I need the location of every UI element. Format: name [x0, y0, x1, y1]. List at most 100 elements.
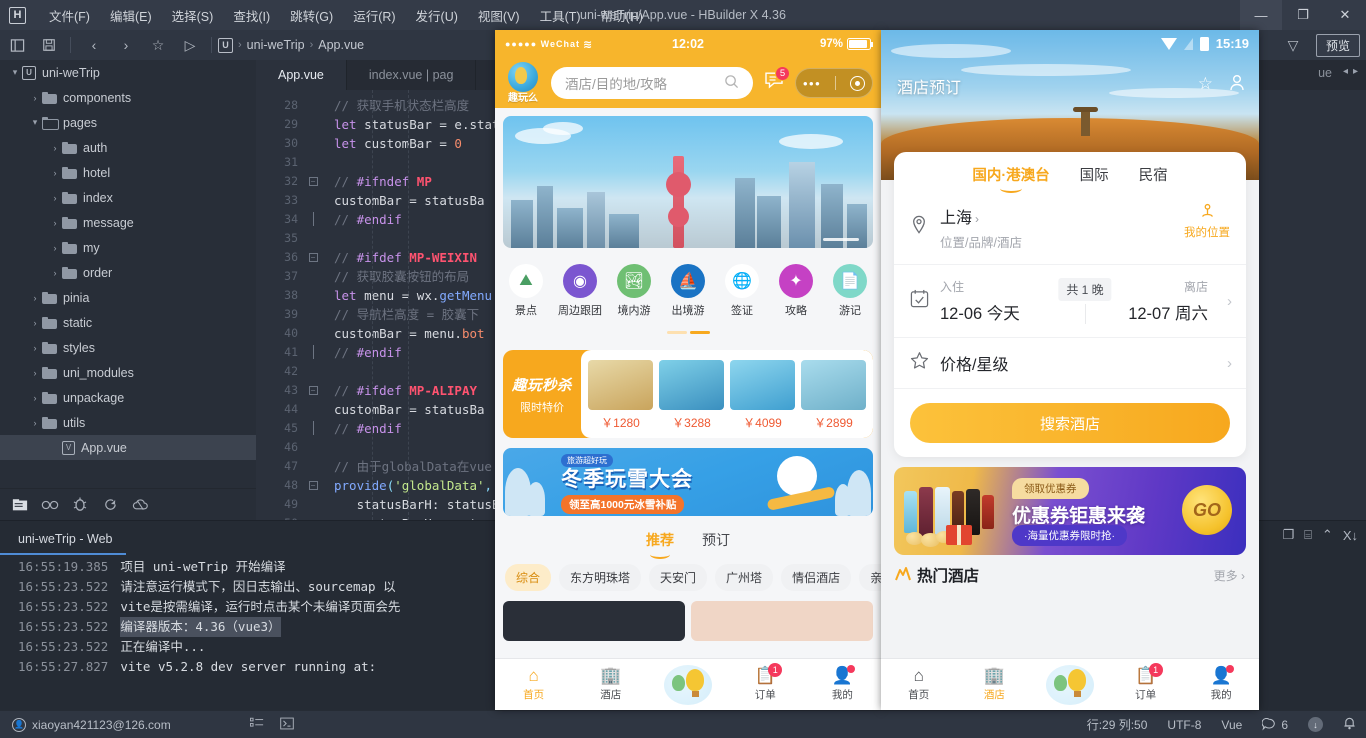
tree-item-unpackage[interactable]: ›unpackage — [0, 385, 256, 410]
tab-我的[interactable]: 👤我的 — [1183, 667, 1259, 702]
filter-chip-5[interactable]: 亲 — [859, 564, 881, 591]
wechat-capsule[interactable]: ••• — [795, 68, 873, 98]
tab-订单[interactable]: 📋订单1 — [727, 667, 804, 702]
problems-indicator[interactable]: 6 — [1262, 718, 1288, 732]
winter-promo-banner[interactable]: 旅游超好玩 冬季玩雪大会 领至高1000元冰雪补贴 — [503, 448, 873, 516]
terminal-add-icon[interactable]: ⌸ — [1304, 527, 1312, 543]
chevron-right-icon[interactable]: › — [28, 318, 42, 328]
flash-item-1[interactable]: ￥3288 — [656, 360, 727, 431]
content-tab-1[interactable]: 预订 — [702, 530, 730, 550]
message-button[interactable]: 5 — [761, 72, 787, 95]
category-4[interactable]: 🌐签证 — [715, 264, 769, 318]
flash-item-3[interactable]: ￥2899 — [798, 360, 869, 431]
search-icon[interactable] — [36, 493, 64, 517]
tab-酒店[interactable]: 🏢酒店 — [957, 667, 1033, 702]
tab-center[interactable] — [649, 665, 726, 705]
date-range[interactable]: 入住 12-06 今天 共 1 晚 离店 12-07 周六 — [940, 278, 1230, 324]
chevron-right-icon[interactable]: › — [48, 193, 62, 203]
filter-chip-1[interactable]: 东方明珠塔 — [559, 564, 641, 591]
chevron-right-icon[interactable]: › — [48, 143, 62, 153]
fold-toggle-icon[interactable]: − — [304, 172, 322, 191]
account-info[interactable]: 👤 xiaoyan421123@126.com — [12, 718, 171, 732]
close-button[interactable]: ✕ — [1324, 0, 1366, 30]
fold-gutter[interactable]: −−−− — [304, 90, 322, 520]
menu-item-4[interactable]: 跳转(G) — [281, 1, 342, 30]
flash-item-0[interactable]: ￥1280 — [585, 360, 656, 431]
search-input[interactable]: 酒店/目的地/攻略 — [551, 67, 753, 99]
tree-item-styles[interactable]: ›styles — [0, 335, 256, 360]
tab-首页[interactable]: ⌂首页 — [881, 667, 957, 702]
category-6[interactable]: 📄游记 — [823, 264, 877, 318]
flash-item-2[interactable]: ￥4099 — [727, 360, 798, 431]
encoding-label[interactable]: UTF-8 — [1167, 718, 1201, 732]
tree-item-index[interactable]: ›index — [0, 185, 256, 210]
filter-chip-0[interactable]: 综合 — [505, 564, 551, 591]
location-row[interactable]: 上海› 位置/品牌/酒店 我的位置 — [894, 191, 1246, 265]
tree-item-pinia[interactable]: ›pinia — [0, 285, 256, 310]
tree-item-pages[interactable]: ▾pages — [0, 110, 256, 135]
flash-sale-section[interactable]: 趣玩秒杀 限时特价 ￥1280￥3288￥4099￥2899 — [503, 350, 873, 438]
save-icon[interactable] — [34, 32, 64, 58]
search-icon[interactable] — [724, 74, 739, 92]
tab-酒店[interactable]: 🏢酒店 — [572, 667, 649, 702]
fold-toggle-icon[interactable]: − — [304, 476, 322, 495]
collapse-icon[interactable]: ⌃ — [1322, 527, 1333, 543]
chevron-right-icon[interactable]: › — [28, 368, 42, 378]
terminal-icon[interactable] — [280, 717, 294, 733]
back-icon[interactable]: ‹ — [79, 32, 109, 58]
tree-item-uni-wetrip[interactable]: ▾Uuni-weTrip — [0, 60, 256, 85]
category-3[interactable]: ⛵出境游 — [661, 264, 715, 318]
tree-item-static[interactable]: ›static — [0, 310, 256, 335]
hot-hotels-more[interactable]: 更多 › — [1214, 567, 1245, 584]
capsule-menu-icon[interactable]: ••• — [803, 76, 821, 91]
tree-item-message[interactable]: ›message — [0, 210, 256, 235]
tree-item-auth[interactable]: ›auth — [0, 135, 256, 160]
cloud-icon[interactable] — [126, 493, 154, 517]
tree-item-utils[interactable]: ›utils — [0, 410, 256, 435]
capsule-close-icon[interactable] — [850, 76, 865, 91]
fold-toggle-icon[interactable]: − — [304, 381, 322, 400]
tab-center[interactable] — [1032, 665, 1108, 705]
breadcrumb-file[interactable]: App.vue — [318, 38, 364, 52]
list-icon[interactable] — [250, 717, 264, 733]
menu-item-3[interactable]: 查找(I) — [224, 1, 279, 30]
checkin-column[interactable]: 入住 12-06 今天 — [940, 278, 1074, 324]
recommend-cards[interactable] — [495, 591, 881, 641]
chevron-down-icon[interactable]: ▾ — [28, 117, 42, 128]
menu-item-0[interactable]: 文件(F) — [40, 1, 99, 30]
category-1[interactable]: ◉周边跟团 — [553, 264, 607, 318]
filter-chip-2[interactable]: 天安门 — [649, 564, 707, 591]
chevron-right-icon[interactable]: › — [48, 218, 62, 228]
tree-item-uni-modules[interactable]: ›uni_modules — [0, 360, 256, 385]
chevron-right-icon[interactable]: › — [48, 268, 62, 278]
debug-icon[interactable] — [66, 493, 94, 517]
project-tree[interactable]: ▾Uuni-weTrip›components▾pages›auth›hotel… — [0, 60, 256, 488]
filter-chip-4[interactable]: 情侣酒店 — [781, 564, 851, 591]
tree-item-order[interactable]: ›order — [0, 260, 256, 285]
files-icon[interactable] — [6, 493, 34, 517]
hero-banner[interactable] — [503, 116, 873, 248]
chevron-right-icon[interactable]: › — [28, 293, 42, 303]
forward-icon[interactable]: › — [111, 32, 141, 58]
tree-item-app-vue[interactable]: VApp.vue — [0, 435, 256, 460]
breadcrumb-project[interactable]: uni-weTrip — [247, 38, 305, 52]
filter-chip-3[interactable]: 广州塔 — [715, 564, 773, 591]
chevron-right-icon[interactable]: › — [48, 243, 62, 253]
menu-item-8[interactable]: 工具(T) — [531, 1, 590, 30]
menu-item-2[interactable]: 选择(S) — [163, 1, 223, 30]
content-tab-0[interactable]: 推荐 — [646, 530, 674, 550]
menu-item-6[interactable]: 发行(U) — [407, 1, 467, 30]
bell-icon[interactable] — [1343, 716, 1356, 733]
menu-item-9[interactable]: 帮助(H) — [592, 1, 652, 30]
download-icon[interactable]: ↓ — [1308, 717, 1323, 732]
tab-我的[interactable]: 👤我的 — [804, 667, 881, 702]
toggle-sidebar-icon[interactable] — [2, 32, 32, 58]
coupon-banner[interactable]: 领取优惠券 优惠券钜惠来袭 ·海量优惠券限时抢· GO — [894, 467, 1246, 555]
cursor-position[interactable]: 行:29 列:50 — [1087, 716, 1148, 733]
menu-item-1[interactable]: 编辑(E) — [101, 1, 161, 30]
search-hotel-button[interactable]: 搜索酒店 — [910, 403, 1230, 443]
tab-nav-right-icon[interactable]: ▸ — [1353, 66, 1358, 77]
hotel-type-tab-2[interactable]: 民宿 — [1139, 164, 1168, 185]
hotel-type-tab-0[interactable]: 国内·港澳台 — [972, 164, 1049, 185]
category-2[interactable]: 🏞境内游 — [607, 264, 661, 318]
